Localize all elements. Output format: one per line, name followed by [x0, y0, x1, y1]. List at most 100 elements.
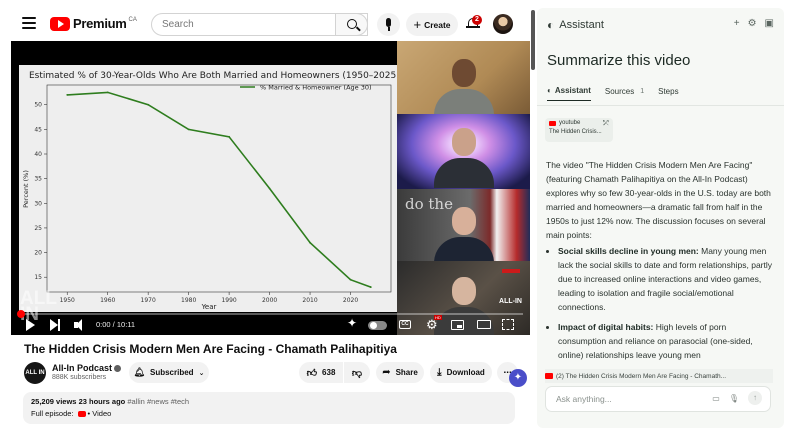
view-count: 25,209 views: [31, 397, 77, 406]
fullscreen-icon[interactable]: [502, 319, 514, 330]
video-tile-host-3: do the: [397, 189, 530, 261]
live-indicator: [502, 269, 520, 273]
share-label: Share: [395, 368, 418, 377]
tab-label: Sources: [604, 86, 635, 96]
volume-icon[interactable]: [74, 319, 88, 331]
x-tick-label: 1960: [100, 297, 115, 304]
x-tick-label: 2010: [302, 297, 317, 304]
assistant-response: The video "The Hidden Crisis Modern Men …: [546, 158, 774, 368]
y-tick-label: 15: [34, 274, 42, 281]
logo-text: Premium: [73, 16, 127, 31]
tab-label: Steps: [658, 86, 679, 96]
data-point: [268, 187, 271, 190]
captions-icon[interactable]: CC: [399, 320, 411, 329]
next-icon[interactable]: [50, 319, 61, 331]
search-button[interactable]: [335, 13, 368, 36]
y-tick-label: 20: [34, 250, 42, 257]
autoplay-toggle[interactable]: [368, 321, 387, 330]
y-tick-label: 50: [34, 102, 42, 109]
source-title: The Hidden Crisis...: [549, 129, 602, 135]
description-box[interactable]: 25,209 views 23 hours ago #allin #news #…: [23, 392, 515, 424]
y-tick-label: 40: [34, 151, 42, 158]
youtube-play-icon: [50, 16, 70, 31]
theater-mode-icon[interactable]: [477, 320, 491, 329]
sparkle-icon[interactable]: ✦: [347, 316, 360, 330]
assistant-header-actions: + ⚙ ▣: [734, 18, 774, 29]
assistant-page-title: Summarize this video: [547, 52, 691, 69]
ask-input[interactable]: Ask anything... ▭ 🎙︎ ↑: [545, 386, 771, 412]
account-avatar[interactable]: [493, 14, 513, 34]
youtube-icon: [77, 410, 86, 417]
line-chart: Estimated % of 30-Year-Olds Who Are Both…: [22, 71, 397, 311]
y-tick-label: 30: [34, 200, 42, 207]
response-bullets: Social skills decline in young men: Many…: [546, 244, 774, 362]
scrollbar-thumb[interactable]: [531, 10, 535, 70]
x-tick-label: 1990: [221, 297, 236, 304]
create-button[interactable]: + Create: [406, 13, 458, 36]
miniplayer-icon[interactable]: [451, 320, 464, 330]
tab-sources[interactable]: Sources 1: [605, 86, 644, 101]
bullet-heading: Social skills decline in young men:: [558, 246, 699, 256]
notification-count-badge: 2: [472, 15, 482, 25]
x-tick-label: 1980: [181, 297, 196, 304]
ask-placeholder: Ask anything...: [556, 394, 612, 404]
microphone-icon[interactable]: 🎙︎: [729, 394, 739, 405]
video-player[interactable]: Estimated % of 30-Year-Olds Who Are Both…: [11, 41, 530, 335]
youtube-logo[interactable]: Premium CA: [50, 16, 137, 31]
send-arrow-icon[interactable]: ↑: [748, 391, 762, 405]
chevron-down-icon: ⌄: [198, 369, 205, 377]
source-card-header: youtube: [549, 120, 609, 126]
data-point: [106, 91, 109, 94]
new-chat-plus-icon[interactable]: +: [734, 18, 740, 29]
source-card[interactable]: youtube ⤱ The Hidden Crisis...: [545, 118, 613, 142]
data-point: [66, 93, 69, 96]
assistant-header: ◐ Assistant: [547, 18, 604, 32]
x-tick-label: 1970: [141, 297, 156, 304]
dislike-button[interactable]: 👎︎: [344, 362, 370, 383]
thumbs-down-icon: 👎︎: [351, 367, 363, 379]
channel-avatar[interactable]: ALL IN: [24, 362, 46, 384]
source-open-icon[interactable]: ⤱: [603, 120, 609, 128]
download-button[interactable]: ⤓ Download: [430, 362, 492, 383]
full-episode-link[interactable]: • Video: [88, 409, 112, 418]
thumbs-up-icon: 👍︎: [306, 367, 318, 379]
y-tick-label: 35: [34, 176, 42, 183]
download-label: Download: [446, 368, 485, 377]
tab-assistant[interactable]: ◐ Assistant: [547, 86, 591, 101]
share-button[interactable]: ➦ Share: [376, 362, 424, 383]
create-label: Create: [424, 19, 451, 30]
chart-title: Estimated % of 30-Year-Olds Who Are Both…: [29, 71, 397, 81]
chart-plot-frame: [46, 84, 392, 293]
like-count: 638: [322, 368, 336, 377]
data-point: [349, 278, 352, 281]
play-icon[interactable]: [26, 319, 35, 331]
channel-name-link[interactable]: All-In Podcast: [52, 363, 122, 373]
person-figure: [433, 59, 494, 114]
sidebar-toggle-icon[interactable]: ▣: [765, 18, 774, 29]
description-meta: 25,209 views 23 hours ago #allin #news #…: [31, 397, 507, 406]
context-reference-chip[interactable]: (2) The Hidden Crisis Modern Men Are Fac…: [545, 369, 773, 383]
series-line: [67, 91, 372, 288]
voice-search-button[interactable]: [377, 13, 400, 36]
bullet-item: Impact of digital habits: High levels of…: [558, 320, 774, 362]
like-button[interactable]: 👍︎ 638: [299, 362, 343, 383]
settings-icon[interactable]: ⚙: [748, 18, 757, 29]
tab-steps[interactable]: Steps: [658, 86, 678, 101]
floating-assistant-button[interactable]: ✦: [509, 369, 527, 387]
subscribed-button[interactable]: 🔔︎ Subscribed ⌄: [129, 362, 209, 383]
chart-ylabel: Percent (%): [22, 170, 30, 208]
bullet-heading: Impact of digital habits:: [558, 322, 654, 332]
tile-brand-label: ALL-IN: [499, 298, 522, 305]
time-display: 0:00 / 10:11: [96, 320, 136, 329]
hashtags[interactable]: #allin #news #tech: [127, 397, 189, 406]
assistant-panel: ◐ Assistant + ⚙ ▣ Summarize this video ◐…: [537, 8, 784, 428]
tab-label: Assistant: [554, 86, 591, 95]
data-point: [147, 103, 150, 106]
y-tick-label: 25: [34, 225, 42, 232]
menu-icon[interactable]: [22, 17, 36, 29]
tabs-divider: [537, 105, 784, 106]
x-tick-label: 2020: [343, 297, 358, 304]
attach-icon[interactable]: ▭: [712, 394, 720, 405]
share-icon: ➦: [382, 367, 391, 378]
response-intro: The video "The Hidden Crisis Modern Men …: [546, 160, 771, 240]
